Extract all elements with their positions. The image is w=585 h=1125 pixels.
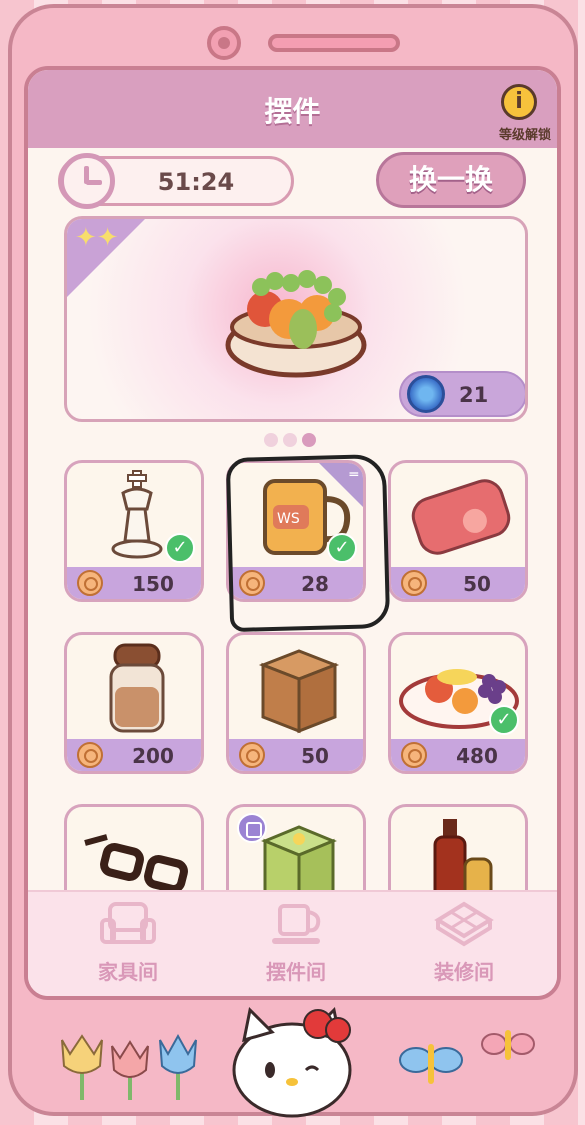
gem-count: 21 xyxy=(459,383,489,407)
item-card[interactable]: 200 xyxy=(64,632,204,774)
item-card[interactable]: ✓ 480 xyxy=(388,632,528,774)
cup-icon xyxy=(272,904,321,944)
camera-icon xyxy=(207,26,241,60)
spice-jar-icon xyxy=(109,643,165,733)
pillow-icon xyxy=(411,479,511,555)
hello-kitty-decoration xyxy=(61,1006,535,1118)
selection-highlight xyxy=(225,453,391,633)
info-label: 等级解锁 xyxy=(498,128,551,143)
price-value: 50 xyxy=(301,744,329,768)
featured-banner[interactable]: ✦✦ 21 xyxy=(64,216,528,422)
gem-reward: 21 xyxy=(399,371,525,417)
nav-label: 装修间 xyxy=(434,960,494,984)
coin-icon xyxy=(401,742,427,768)
page-dot[interactable] xyxy=(264,433,278,447)
swirl-gem-icon xyxy=(407,375,445,413)
butterfly-icon xyxy=(399,1044,463,1084)
page-dot-active[interactable] xyxy=(302,433,316,447)
item-card[interactable]: 50 xyxy=(226,632,366,774)
coin-icon xyxy=(77,742,103,768)
tulip-icon xyxy=(111,1040,149,1100)
page-title: 摆件 xyxy=(264,95,321,128)
nav-decor-room[interactable]: 摆件间 xyxy=(236,900,356,990)
nav-label: 摆件间 xyxy=(266,960,326,984)
floor-tile-icon xyxy=(434,901,494,947)
price-bar: 480 xyxy=(391,739,525,771)
coin-icon xyxy=(239,742,265,768)
speaker-icon xyxy=(268,34,400,52)
price-value: 50 xyxy=(463,572,491,596)
price-bar: 200 xyxy=(67,739,201,771)
bottom-nav: 家具间 摆件间 装修间 xyxy=(28,890,557,996)
coin-icon xyxy=(401,570,427,596)
tulip-icon xyxy=(61,1034,103,1100)
sparkle-icon: ✦✦ xyxy=(75,223,119,253)
owned-check-icon: ✓ xyxy=(489,705,519,735)
price-bar: 50 xyxy=(229,739,363,771)
cardboard-box-icon xyxy=(258,649,340,734)
timer-text: 51:24 xyxy=(157,168,235,196)
nav-label: 家具间 xyxy=(98,960,158,984)
fruit-bowl-icon xyxy=(225,270,367,378)
armchair-icon xyxy=(100,902,156,944)
owned-check-icon: ✓ xyxy=(165,533,195,563)
info-button[interactable]: i xyxy=(501,84,537,120)
butterfly-icon xyxy=(481,1030,535,1060)
page-dot[interactable] xyxy=(283,433,297,447)
price-value: 480 xyxy=(456,744,498,768)
nav-renovation-room[interactable]: 装修间 xyxy=(404,900,524,990)
coin-icon xyxy=(77,570,103,596)
swap-button[interactable]: 换一换 xyxy=(376,152,526,208)
price-value: 200 xyxy=(132,744,174,768)
tulip-icon xyxy=(159,1033,197,1100)
refresh-timer: 51:24 xyxy=(58,153,294,209)
item-card[interactable]: ✓ 150 xyxy=(64,460,204,602)
nav-furniture-room[interactable]: 家具间 xyxy=(68,900,188,990)
price-value: 150 xyxy=(132,572,174,596)
header-bar: 摆件 i 等级解锁 xyxy=(28,70,557,148)
price-bar: 150 xyxy=(67,567,201,599)
page-indicator xyxy=(264,432,321,451)
price-bar: 50 xyxy=(391,567,525,599)
kitty-head-icon xyxy=(232,1006,352,1118)
item-card[interactable]: 50 xyxy=(388,460,528,602)
